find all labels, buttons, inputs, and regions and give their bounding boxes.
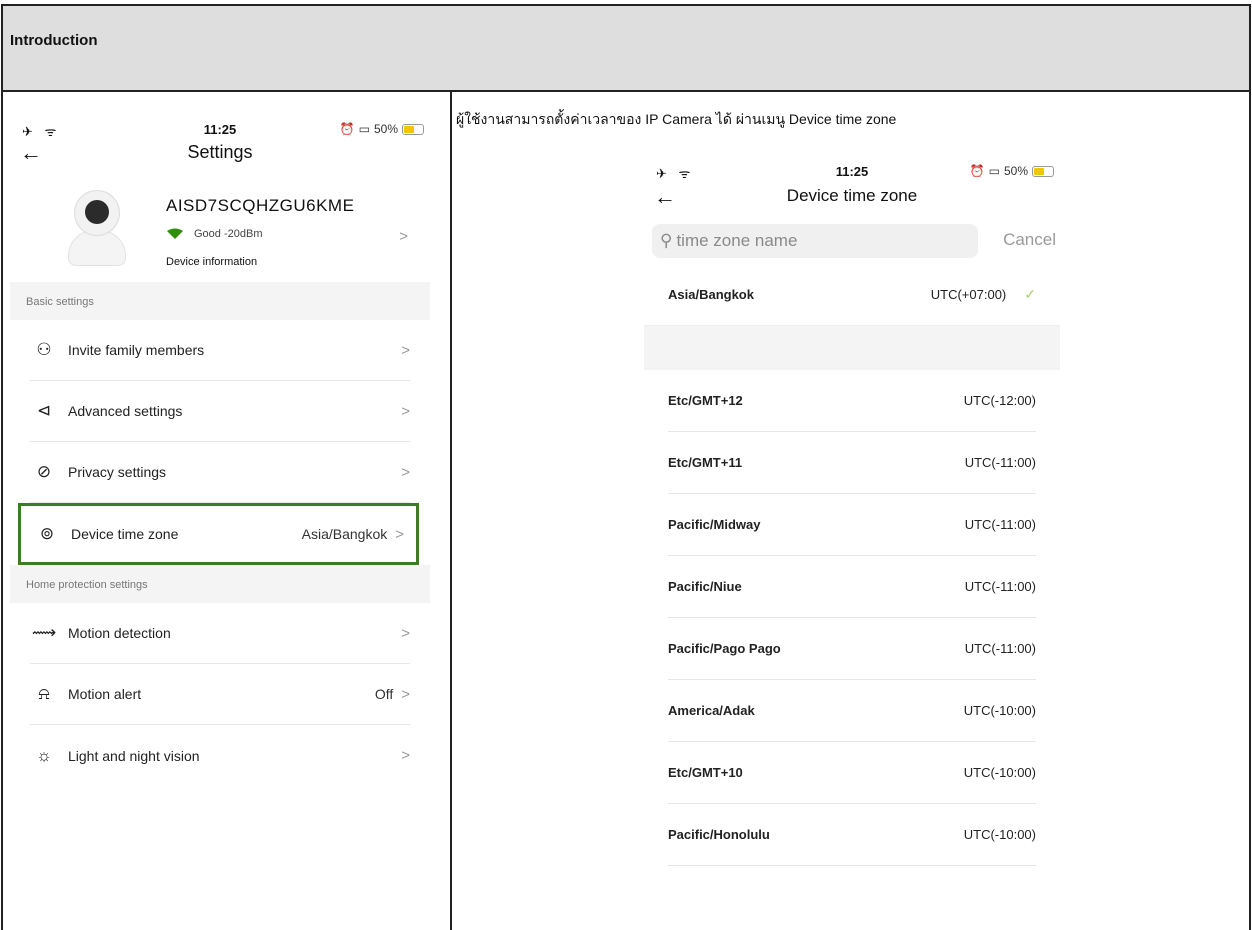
search-row: ⚲ time zone name Cancel	[644, 220, 1060, 264]
chevron-right-icon: >	[401, 402, 410, 420]
sun-moon-icon: ☼	[36, 745, 52, 765]
chevron-right-icon: >	[399, 228, 408, 245]
motion-detection-row[interactable]: ⟿ Motion detection >	[30, 603, 410, 664]
time-zone-name: Pacific/Pago Pago	[668, 641, 781, 656]
chevron-right-icon: >	[401, 463, 410, 481]
row-label: Device time zone	[71, 526, 179, 542]
time-zone-utc: UTC(-10:00)	[963, 827, 1036, 842]
search-placeholder: time zone name	[676, 231, 798, 250]
status-bar: ✈ ᯤ 11:25 ⏰ ▭ 50%	[10, 120, 430, 140]
motion-icon: ⟿	[31, 623, 57, 642]
advanced-settings-row[interactable]: ⊲ Advanced settings >	[30, 381, 410, 442]
list-item[interactable]: Etc/GMT+12 UTC(-12:00)	[668, 370, 1036, 432]
signal-text: Good -20dBm	[194, 228, 263, 240]
eye-off-icon: ⊘	[36, 462, 52, 481]
signal-status: Good -20dBm	[166, 228, 262, 240]
time-zone-name: Pacific/Niue	[668, 579, 742, 594]
camera-image	[62, 190, 132, 270]
status-right: ⏰ ▭ 50%	[340, 122, 424, 136]
selected-time-zone-row[interactable]: Asia/Bangkok UTC(+07:00) ✓	[644, 264, 1060, 326]
list-item[interactable]: Pacific/Midway UTC(-11:00)	[668, 494, 1036, 556]
time-zone-utc: UTC(-10:00)	[963, 765, 1036, 780]
screen-mirror-icon: ▭	[988, 164, 1000, 178]
row-label: Invite family members	[68, 342, 205, 358]
location-icon: ⊚	[39, 524, 55, 543]
list-item[interactable]: America/Adak UTC(-10:00)	[668, 680, 1036, 742]
invite-family-row[interactable]: ⚇ Invite family members >	[30, 320, 410, 381]
section-home-protection: Home protection settings	[10, 565, 430, 603]
time-zone-utc: UTC(-11:00)	[964, 517, 1036, 532]
battery-icon	[1032, 165, 1054, 177]
row-label: Motion detection	[68, 625, 171, 641]
time-zone-name: Pacific/Honolulu	[668, 827, 770, 842]
list-separator	[644, 326, 1060, 370]
table-header-row: Introduction	[3, 6, 1249, 92]
battery-percent: 50%	[1003, 164, 1028, 178]
device-information-link[interactable]: Device information	[166, 256, 257, 268]
chevron-right-icon: >	[401, 624, 410, 642]
battery-icon	[402, 123, 424, 135]
chevron-right-icon: >	[401, 685, 410, 703]
time-zone-name: America/Adak	[668, 703, 755, 718]
checkmark-icon: ✓	[1024, 286, 1036, 302]
status-bar: ✈ ᯤ 11:25 ⏰ ▭ 50%	[644, 162, 1060, 184]
time-zone-name: Pacific/Midway	[668, 517, 761, 532]
speaker-icon: ⊲	[36, 401, 52, 420]
settings-screen: ✈ ᯤ 11:25 ⏰ ▭ 50% ← Settings AISD7SCQHZG…	[10, 120, 430, 924]
time-zone-name: Etc/GMT+12	[668, 393, 743, 408]
chevron-right-icon: >	[395, 525, 404, 543]
motion-alert-row[interactable]: ⍾ Motion alert Off >	[30, 664, 410, 725]
search-input[interactable]: ⚲ time zone name	[652, 224, 978, 258]
light-night-vision-row[interactable]: ☼ Light and night vision >	[30, 725, 410, 786]
nav-bar: ← Device time zone	[644, 184, 1060, 220]
alarm-icon: ⍾	[38, 684, 50, 703]
time-zone-utc: UTC(-11:00)	[964, 455, 1036, 470]
section-heading: Introduction	[10, 32, 98, 49]
device-time-zone-row[interactable]: ⊚ Device time zone Asia/Bangkok >	[18, 503, 419, 565]
list-item[interactable]: Etc/GMT+11 UTC(-11:00)	[668, 432, 1036, 494]
instruction-caption: ผู้ใช้งานสามารถตั้งค่าเวลาของ IP Camera …	[456, 111, 897, 127]
row-value: Off	[374, 686, 394, 702]
row-value: Asia/Bangkok	[301, 526, 388, 542]
time-zone-name: Etc/GMT+11	[668, 455, 743, 470]
wifi-signal-icon	[167, 228, 183, 239]
alarm-icon: ⏰	[339, 122, 355, 136]
time-zone-utc: UTC(-11:00)	[964, 641, 1036, 656]
search-icon: ⚲	[660, 231, 673, 250]
time-zone-utc: UTC(-11:00)	[964, 579, 1036, 594]
family-icon: ⚇	[36, 340, 52, 359]
time-zone-name: Etc/GMT+10	[668, 765, 743, 780]
list-item[interactable]: Pacific/Niue UTC(-11:00)	[668, 556, 1036, 618]
device-card[interactable]: AISD7SCQHZGU6KME Good -20dBm Device info…	[10, 172, 430, 282]
privacy-settings-row[interactable]: ⊘ Privacy settings >	[30, 442, 410, 503]
time-zone-utc: UTC(+07:00)	[930, 287, 1007, 302]
time-zone-utc: UTC(-12:00)	[963, 393, 1036, 408]
chevron-right-icon: >	[401, 747, 410, 764]
list-item[interactable]: Etc/GMT+10 UTC(-10:00)	[668, 742, 1036, 804]
device-name: AISD7SCQHZGU6KME	[166, 196, 355, 215]
battery-percent: 50%	[373, 122, 398, 136]
nav-bar: ← Settings	[10, 140, 430, 172]
row-label: Motion alert	[68, 686, 142, 702]
section-basic-settings: Basic settings	[10, 282, 430, 320]
chevron-right-icon: >	[401, 341, 410, 359]
cancel-button[interactable]: Cancel	[1003, 230, 1056, 250]
time-zone-list: Etc/GMT+12 UTC(-12:00) Etc/GMT+11 UTC(-11:…	[644, 370, 1060, 866]
screen-mirror-icon: ▭	[358, 122, 370, 136]
column-divider	[450, 92, 452, 930]
alarm-icon: ⏰	[969, 164, 985, 178]
page-title: Settings	[187, 142, 253, 162]
list-item[interactable]: Pacific/Honolulu UTC(-10:00)	[668, 804, 1036, 866]
row-label: Privacy settings	[68, 464, 167, 480]
page-title: Device time zone	[786, 186, 918, 205]
row-label: Light and night vision	[68, 747, 200, 764]
row-label: Advanced settings	[68, 403, 183, 419]
time-zone-name: Asia/Bangkok	[668, 287, 754, 302]
time-zone-screen: ✈ ᯤ 11:25 ⏰ ▭ 50% ← Device time zone ⚲ t…	[644, 162, 1060, 902]
status-right: ⏰ ▭ 50%	[970, 164, 1054, 178]
list-item[interactable]: Pacific/Pago Pago UTC(-11:00)	[668, 618, 1036, 680]
time-zone-utc: UTC(-10:00)	[963, 703, 1036, 718]
